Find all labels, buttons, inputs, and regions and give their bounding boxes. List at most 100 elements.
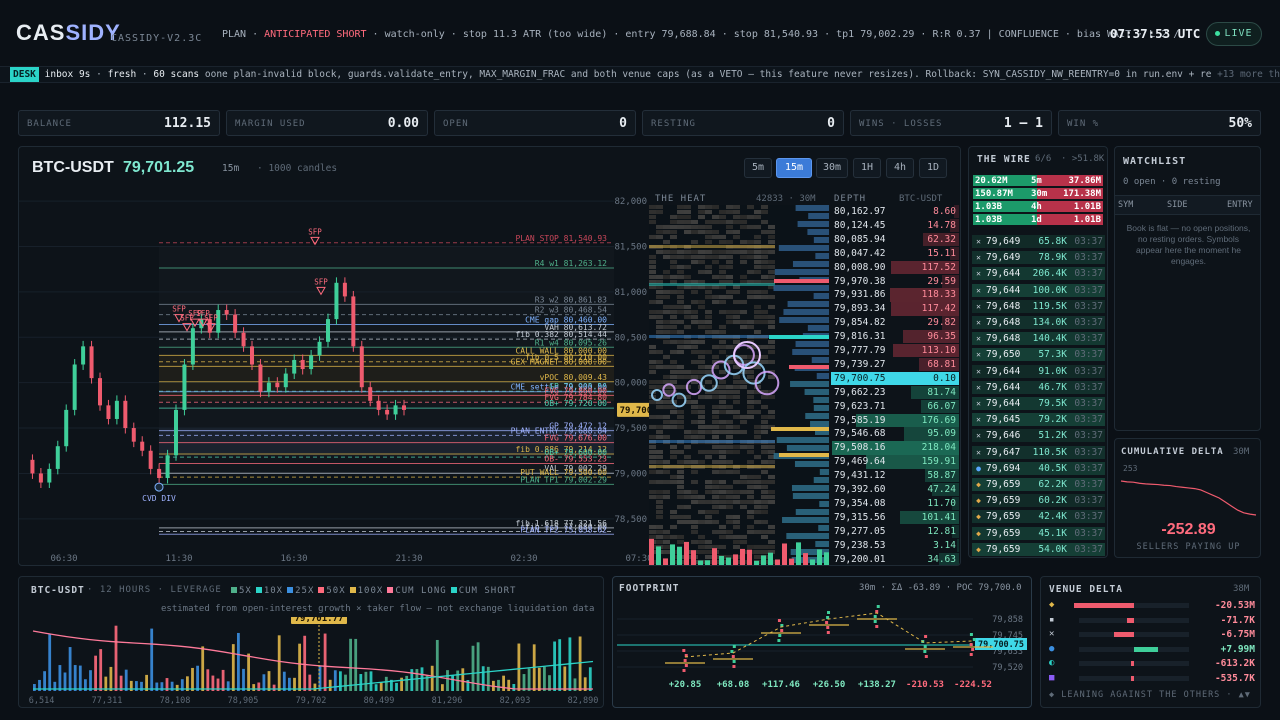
- depth-ask-row[interactable]: 79,854.82 29.82: [831, 316, 959, 330]
- venue-delta-row[interactable]: ◐ -613.2K: [1047, 657, 1257, 670]
- depth-bid-row[interactable]: 79,277.05 12.81: [831, 524, 959, 539]
- venue-delta-row[interactable]: ✕ -6.75M: [1047, 628, 1257, 641]
- depth-ask-row[interactable]: 79,816.31 96.35: [831, 330, 959, 344]
- tf-button-1h[interactable]: 1H: [853, 158, 881, 178]
- tf-button-30m[interactable]: 30m: [816, 158, 848, 178]
- heat-cell: [761, 520, 768, 524]
- wire-trade-row[interactable]: ◆ 79,659 60.2K 03:37: [972, 494, 1105, 508]
- wire-price: 79,644: [986, 381, 1021, 393]
- legend-label[interactable]: CUM SHORT: [459, 586, 517, 596]
- depth-ask-row[interactable]: 80,085.94 62.32: [831, 232, 959, 247]
- depth-mid-row[interactable]: 79,700.75 0.10: [831, 371, 959, 386]
- depth-bid-row[interactable]: 79,469.64 159.91: [831, 455, 959, 469]
- heat-cell: [684, 515, 691, 519]
- heat-cell: [705, 255, 712, 259]
- venue-delta-row[interactable]: ◆ -20.53M: [1047, 599, 1257, 612]
- wire-trade-row[interactable]: ✕ 79,644 91.0K 03:37: [972, 364, 1105, 378]
- heat-cell: [754, 530, 761, 534]
- liq-subtitle: · 12 HOURS · LEVERAGE: [87, 585, 222, 595]
- depth-bid-row[interactable]: 79,200.01 34.63: [831, 552, 959, 565]
- tf-button-15m[interactable]: 15m: [776, 158, 812, 178]
- depth-bid-row[interactable]: 79,315.56 101.41: [831, 510, 959, 525]
- wire-trade-row[interactable]: ✕ 79,644 46.7K 03:37: [972, 380, 1105, 394]
- wire-trade-row[interactable]: ◆ 79,659 54.0K 03:37: [972, 542, 1105, 556]
- level-label: PLAN TP1 79,002.29: [520, 475, 607, 484]
- heat-cell: [691, 360, 698, 364]
- tf-button-1d[interactable]: 1D: [919, 158, 947, 178]
- wire-trade-row[interactable]: ✕ 79,646 51.2K 03:37: [972, 429, 1105, 443]
- heat-cell: [768, 410, 775, 414]
- liq-note: estimated from open-interest growth × ta…: [161, 604, 595, 614]
- candle-body: [376, 400, 381, 410]
- wire-trade-row[interactable]: ✕ 79,645 79.2K 03:37: [972, 413, 1105, 427]
- wire-trade-row[interactable]: ◆ 79,659 62.2K 03:37: [972, 478, 1105, 491]
- wire-trade-row[interactable]: ✕ 79,644 206.4K 03:37: [972, 267, 1105, 281]
- wire-trade-row[interactable]: ✕ 79,648 134.0K 03:37: [972, 316, 1105, 329]
- price-chart-svg[interactable]: 82,000 81,500 81,000 80,500 80,000 79,500 79,0…: [19, 187, 649, 566]
- heat-cell: [740, 445, 747, 449]
- wire-trade-row[interactable]: ◆ 79,659 45.1K 03:37: [972, 526, 1105, 540]
- depth-ask-row[interactable]: 80,162.97 8.60: [831, 205, 959, 219]
- heat-cell: [684, 220, 691, 224]
- legend-label[interactable]: 10X: [264, 586, 283, 596]
- legend-label[interactable]: 50X: [326, 586, 345, 596]
- wire-trade-row[interactable]: ◆ 79,659 42.4K 03:37: [972, 510, 1105, 524]
- tf-button-4h[interactable]: 4h: [886, 158, 914, 178]
- legend-label[interactable]: 100X: [358, 586, 384, 596]
- depth-bid-row[interactable]: 79,238.53 3.14: [831, 538, 959, 552]
- live-button[interactable]: LIVE: [1206, 22, 1262, 46]
- depth-ask-row[interactable]: 79,931.86 118.33: [831, 288, 959, 302]
- wire-trade-row[interactable]: ✕ 79,644 79.5K 03:37: [972, 397, 1105, 410]
- depth-price: 79,469.64: [834, 456, 886, 468]
- ticker-more-link[interactable]: +13 more th: [1211, 67, 1280, 82]
- heat-cell: [656, 495, 663, 499]
- heat-cell: [677, 215, 684, 219]
- wire-trade-row[interactable]: ✕ 79,648 119.5K 03:37: [972, 299, 1105, 313]
- wire-trade-row[interactable]: ✕ 79,650 57.3K 03:37: [972, 348, 1105, 362]
- heat-cell: [768, 460, 775, 464]
- depth-ask-row[interactable]: 79,739.27 68.81: [831, 357, 959, 372]
- depth-ask-row[interactable]: 79,777.79 113.10: [831, 344, 959, 358]
- heat-cell: [684, 325, 691, 329]
- depth-bid-row[interactable]: 79,546.68 95.09: [831, 427, 959, 441]
- depth-ask-row[interactable]: 80,008.90 117.52: [831, 260, 959, 274]
- depth-bid-row[interactable]: 79,354.08 11.70: [831, 496, 959, 511]
- depth-bid-row[interactable]: 79,508.16 218.04: [831, 441, 959, 455]
- col-sym[interactable]: SYM: [1118, 200, 1133, 210]
- depth-bid-row[interactable]: 79,392.60 47.24: [831, 483, 959, 497]
- venue-delta-row[interactable]: ● +7.99M: [1047, 643, 1257, 656]
- venue-delta-bar: [1130, 661, 1134, 666]
- heat-cell: [670, 420, 677, 424]
- depth-ask-row[interactable]: 80,124.45 14.78: [831, 218, 959, 233]
- heat-cell: [733, 445, 740, 449]
- wire-trade-row[interactable]: ✕ 79,648 140.4K 03:37: [972, 332, 1105, 346]
- depth-size: 66.07: [927, 400, 956, 412]
- col-entry[interactable]: ENTRY: [1227, 200, 1253, 210]
- depth-bid-row[interactable]: 79,431.12 58.87: [831, 469, 959, 483]
- legend-label[interactable]: 5X: [239, 586, 252, 596]
- wire-price: 79,644: [986, 284, 1021, 296]
- depth-bid-row[interactable]: 79,623.71 66.07: [831, 399, 959, 413]
- y-tick-label: 79,000: [614, 469, 647, 479]
- depth-ask-row[interactable]: 79,970.38 29.59: [831, 274, 959, 288]
- legend-label[interactable]: CUM LONG: [395, 586, 446, 596]
- heat-cell: [719, 250, 726, 254]
- heat-cell: [705, 235, 712, 239]
- wire-trade-row[interactable]: ✕ 79,649 78.9K 03:37: [972, 251, 1105, 265]
- heat-cell: [761, 530, 768, 534]
- coinbase-icon: ●: [976, 463, 981, 473]
- wire-trade-row[interactable]: ✕ 79,644 100.0K 03:37: [972, 283, 1105, 297]
- heat-cell: [719, 500, 726, 504]
- depth-bid-row[interactable]: 79,585.19 176.69: [831, 413, 959, 427]
- venue-delta-row[interactable]: ■ -535.7K: [1047, 672, 1257, 685]
- depth-ask-row[interactable]: 80,047.42 15.11: [831, 246, 959, 261]
- depth-bid-row[interactable]: 79,662.23 81.74: [831, 385, 959, 400]
- tf-button-5m[interactable]: 5m: [744, 158, 772, 178]
- wire-trade-row[interactable]: ✕ 79,649 65.8K 03:37: [972, 235, 1105, 248]
- wire-trade-row[interactable]: ● 79,694 40.5K 03:37: [972, 461, 1105, 475]
- depth-ask-row[interactable]: 79,893.34 117.42: [831, 302, 959, 316]
- col-side[interactable]: SIDE: [1167, 200, 1187, 210]
- legend-label[interactable]: 25X: [295, 586, 314, 596]
- venue-delta-row[interactable]: ▪ -71.7K: [1047, 614, 1257, 627]
- wire-trade-row[interactable]: ✕ 79,647 110.5K 03:37: [972, 445, 1105, 459]
